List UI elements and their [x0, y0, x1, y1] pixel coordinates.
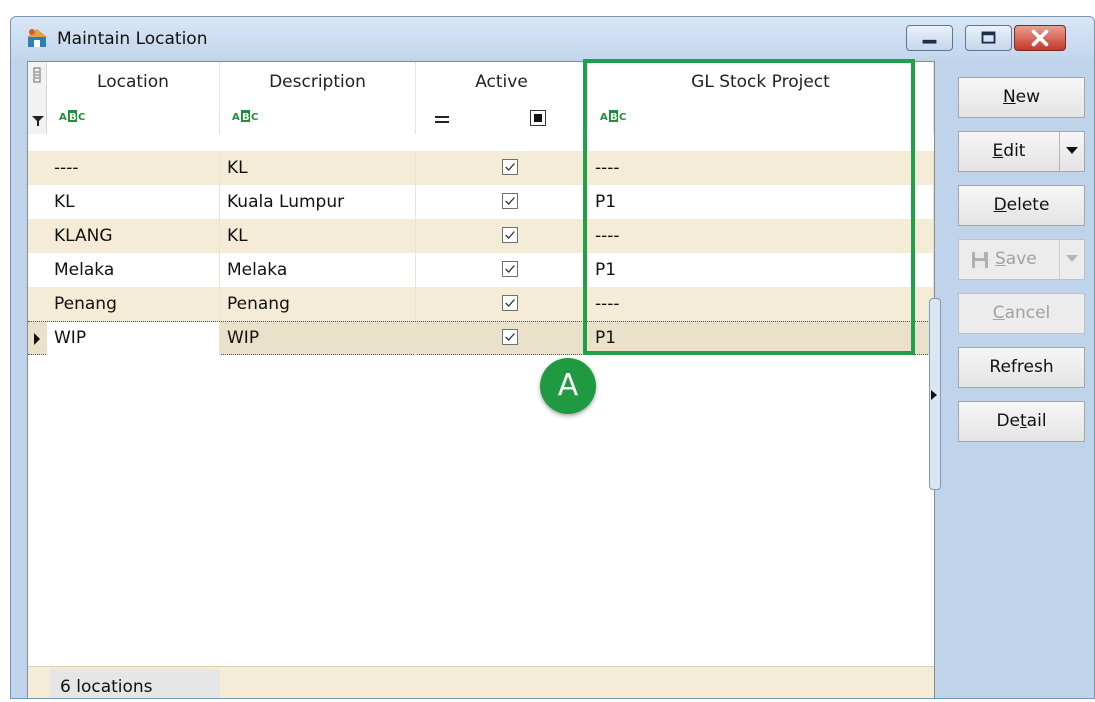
cell-active[interactable] — [416, 322, 588, 356]
record-count: 6 locations — [50, 669, 220, 698]
location-app-icon — [27, 29, 47, 47]
checkbox-filter-icon[interactable] — [530, 110, 546, 126]
svg-text:B: B — [69, 112, 77, 123]
svg-text:C: C — [251, 112, 258, 123]
delete-button[interactable]: Delete — [958, 185, 1085, 226]
grid-indicator-header — [28, 62, 47, 134]
cell-location[interactable]: Penang — [47, 287, 220, 321]
checkbox-checked-icon[interactable] — [502, 227, 518, 243]
current-row-indicator-icon — [34, 333, 40, 345]
checkbox-checked-icon[interactable] — [502, 261, 518, 277]
cell-location[interactable]: WIP — [47, 322, 220, 356]
checkbox-checked-icon[interactable] — [502, 295, 518, 311]
cell-location[interactable]: KLANG — [47, 219, 220, 253]
svg-text:A: A — [232, 112, 240, 123]
cell-location[interactable]: Melaka — [47, 253, 220, 287]
save-icon — [972, 252, 988, 268]
checkbox-checked-icon[interactable] — [502, 159, 518, 175]
cell-active[interactable] — [416, 219, 588, 253]
grid-footer: 6 locations — [28, 666, 934, 698]
chevron-down-icon[interactable] — [1066, 255, 1078, 263]
minimize-icon — [922, 39, 937, 44]
cell-active[interactable] — [416, 185, 588, 219]
window-title: Maintain Location — [57, 29, 208, 49]
column-header-active[interactable]: Active — [416, 62, 588, 134]
cell-active[interactable] — [416, 151, 588, 185]
close-button[interactable] — [1014, 25, 1066, 51]
cell-description[interactable]: WIP — [220, 322, 416, 356]
checkbox-checked-icon[interactable] — [502, 329, 518, 345]
cell-active[interactable] — [416, 253, 588, 287]
maximize-button[interactable] — [965, 25, 1012, 51]
text-filter-icon[interactable]: A B C — [232, 109, 262, 123]
minimize-button[interactable] — [906, 25, 953, 51]
svg-text:B: B — [242, 112, 250, 123]
column-header-label: Location — [97, 72, 169, 92]
title-bar: Maintain Location — [11, 17, 1094, 59]
cell-description[interactable]: Melaka — [220, 253, 416, 287]
cell-location[interactable]: KL — [47, 185, 220, 219]
edit-button[interactable]: Edit — [958, 131, 1085, 172]
annotation-badge: A — [540, 358, 596, 414]
checkbox-checked-icon[interactable] — [502, 193, 518, 209]
new-button[interactable]: New — [958, 77, 1085, 118]
cancel-button[interactable]: Cancel — [958, 293, 1085, 334]
cell-description[interactable]: Kuala Lumpur — [220, 185, 416, 219]
column-header-label: Active — [475, 72, 528, 92]
filter-icon[interactable] — [31, 114, 45, 128]
annotation-badge-label: A — [557, 368, 579, 403]
maximize-icon — [981, 31, 996, 44]
detail-button[interactable]: Detail — [958, 401, 1085, 442]
save-button[interactable]: Save — [958, 239, 1085, 280]
equals-filter-icon[interactable] — [434, 112, 450, 126]
column-header-location[interactable]: Location A B C — [47, 62, 220, 134]
chevron-down-icon[interactable] — [1066, 147, 1078, 155]
refresh-button[interactable]: Refresh — [958, 347, 1085, 388]
cell-location[interactable]: ---- — [47, 151, 220, 185]
text-filter-icon[interactable]: A B C — [59, 109, 89, 123]
svg-text:C: C — [78, 112, 85, 123]
cell-description[interactable]: KL — [220, 219, 416, 253]
svg-text:A: A — [59, 112, 67, 123]
cell-active[interactable] — [416, 287, 588, 321]
close-icon — [1031, 29, 1049, 47]
gl-stock-project-highlight — [583, 59, 915, 355]
column-header-description[interactable]: Description A B C — [220, 62, 416, 134]
expand-arrow-icon[interactable] — [930, 389, 938, 401]
cell-description[interactable]: KL — [220, 151, 416, 185]
column-header-label: Description — [269, 72, 366, 92]
cell-description[interactable]: Penang — [220, 287, 416, 321]
